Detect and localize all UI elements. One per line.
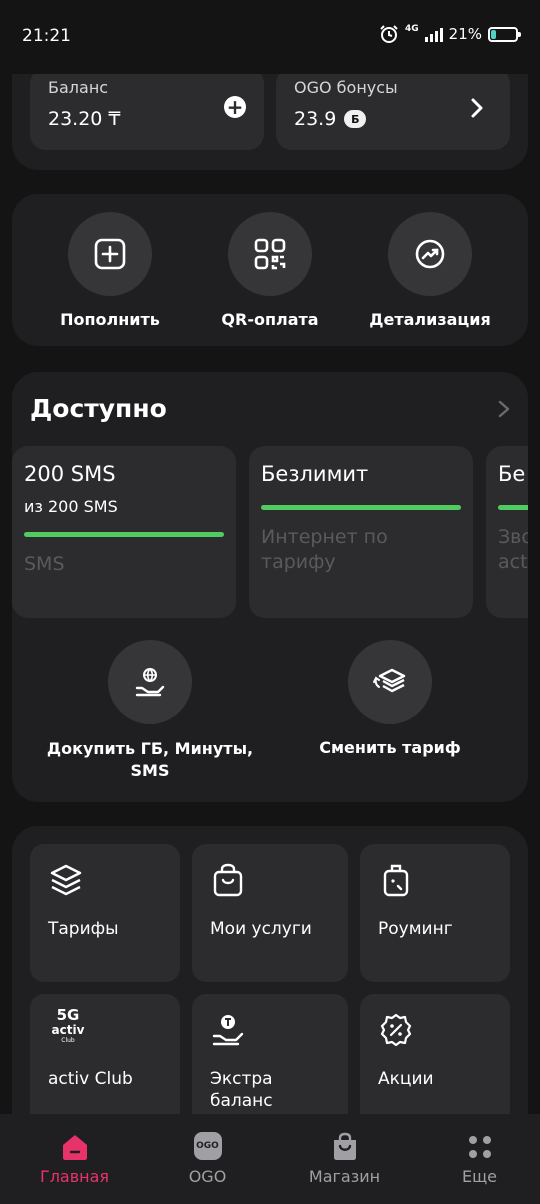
home-icon — [62, 1135, 87, 1160]
bonus-currency-icon: Б — [344, 110, 367, 128]
globe-hand-icon — [135, 668, 165, 697]
battery-percent: 21% — [448, 25, 482, 43]
bonus-value: 23.9 Б — [294, 108, 367, 130]
service-label: activ Club — [48, 1069, 133, 1089]
action-label: Сменить тариф — [319, 738, 461, 757]
shop-bag-icon — [333, 1132, 356, 1160]
package-title: 200 SMS — [24, 462, 116, 486]
service-roaming[interactable]: Роуминг — [360, 844, 510, 982]
package-card-minutes[interactable]: Бе Зво acti — [486, 446, 528, 618]
layers-refresh-icon — [373, 668, 406, 693]
action-label: QR-оплата — [221, 310, 319, 329]
qr-code-icon — [254, 238, 286, 270]
chart-trend-icon — [415, 239, 445, 269]
battery-fill — [491, 29, 497, 39]
plus-square-icon — [94, 238, 126, 270]
status-bar: 21:21 4G 21% — [0, 0, 540, 74]
action-qr-pay[interactable]: QR-оплата — [195, 212, 345, 329]
available-title: Доступно — [30, 394, 167, 423]
action-circle — [68, 212, 152, 296]
ogo-icon: OGO — [193, 1132, 222, 1160]
service-label: Тарифы — [48, 919, 119, 939]
more-dots-icon — [468, 1136, 491, 1158]
bag-icon — [213, 863, 243, 897]
package-description: SMS — [24, 553, 65, 575]
package-title: Безлимит — [261, 462, 369, 486]
action-label: Докупить ГБ, Минуты, SMS — [46, 739, 254, 780]
service-tariffs[interactable]: Тарифы — [30, 844, 180, 982]
activ-club-logo: 5G activ Club — [51, 1006, 85, 1044]
nav-ogo[interactable]: OGO OGO — [140, 1114, 275, 1204]
action-change-tariff[interactable]: Сменить тариф — [265, 640, 515, 757]
action-circle — [228, 212, 312, 296]
services-panel: Тарифы Мои услуги Роуминг 5G activ Club … — [12, 826, 528, 1146]
nav-more[interactable]: Еще — [412, 1114, 540, 1204]
luggage-icon — [383, 864, 409, 897]
bonus-tile[interactable]: OGO бонусы 23.9 Б — [276, 68, 510, 150]
action-circle — [388, 212, 472, 296]
service-label: Роуминг — [378, 919, 453, 939]
available-panel: Доступно 200 SMS из 200 SMS SMS Безлимит… — [12, 372, 528, 802]
action-details[interactable]: Детализация — [355, 212, 505, 329]
discount-badge-icon — [380, 1013, 412, 1047]
nav-shop[interactable]: Магазин — [277, 1114, 412, 1204]
action-label: Детализация — [369, 310, 491, 329]
package-title: Бе — [498, 462, 526, 486]
layers-icon — [50, 864, 82, 896]
action-label: Пополнить — [60, 310, 160, 329]
bonus-label: OGO бонусы — [294, 78, 398, 97]
action-buy-extra[interactable]: Докупить ГБ, Минуты, SMS — [25, 640, 275, 782]
package-progress-bar — [498, 505, 528, 510]
action-circle — [348, 640, 432, 724]
chevron-right-icon[interactable] — [498, 400, 510, 418]
service-label: Экстра баланс — [210, 1069, 273, 1111]
package-subtitle: из 200 SMS — [24, 497, 118, 516]
status-icons: 4G 21% — [379, 23, 521, 44]
topup-plus-icon[interactable]: + — [224, 96, 246, 118]
status-time: 21:21 — [22, 26, 71, 46]
nav-label: Магазин — [308, 1167, 381, 1186]
packages-carousel[interactable]: 200 SMS из 200 SMS SMS Безлимит Интернет… — [12, 446, 528, 618]
package-description: Зво acti — [498, 526, 528, 573]
chevron-right-icon[interactable] — [470, 98, 484, 118]
network-type: 4G — [405, 23, 419, 34]
bottom-nav: Главная OGO OGO Магазин Еще — [0, 1114, 540, 1204]
coin-hand-icon — [212, 1015, 244, 1046]
package-description: Интернет по тарифу — [261, 526, 388, 573]
balance-value: 23.20 ₸ — [48, 108, 121, 130]
balance-tile[interactable]: Баланс 23.20 ₸ + — [30, 68, 264, 150]
nav-label: OGO — [188, 1167, 227, 1186]
service-label: Акции — [378, 1069, 434, 1089]
nav-label: Еще — [461, 1167, 498, 1186]
quick-actions-panel: Пополнить QR-оплата Детализация — [12, 194, 528, 346]
action-circle — [108, 640, 192, 724]
signal-icon — [424, 26, 443, 42]
package-progress-bar — [24, 532, 224, 537]
service-my-services[interactable]: Мои услуги — [192, 844, 348, 982]
balance-label: Баланс — [48, 78, 109, 97]
package-card-internet[interactable]: Безлимит Интернет по тарифу — [249, 446, 473, 618]
alarm-icon — [380, 25, 398, 43]
package-progress-bar — [261, 505, 461, 510]
battery-icon — [488, 26, 521, 42]
package-card-sms[interactable]: 200 SMS из 200 SMS SMS — [12, 446, 236, 618]
action-topup[interactable]: Пополнить — [35, 212, 185, 329]
nav-label: Главная — [39, 1167, 110, 1186]
service-label: Мои услуги — [210, 919, 312, 939]
nav-home[interactable]: Главная — [7, 1114, 142, 1204]
